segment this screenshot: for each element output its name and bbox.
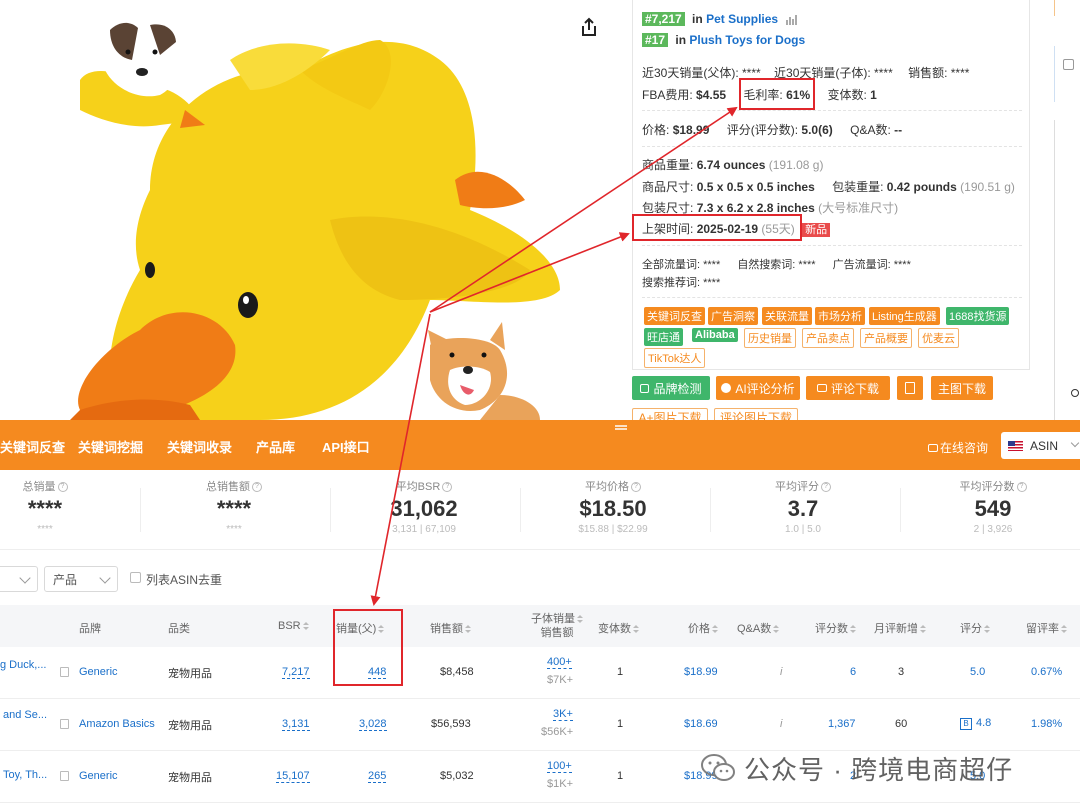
arrow-to-margin (429, 106, 738, 313)
annotation-arrows (370, 106, 738, 606)
arrow-to-sales (370, 313, 431, 606)
